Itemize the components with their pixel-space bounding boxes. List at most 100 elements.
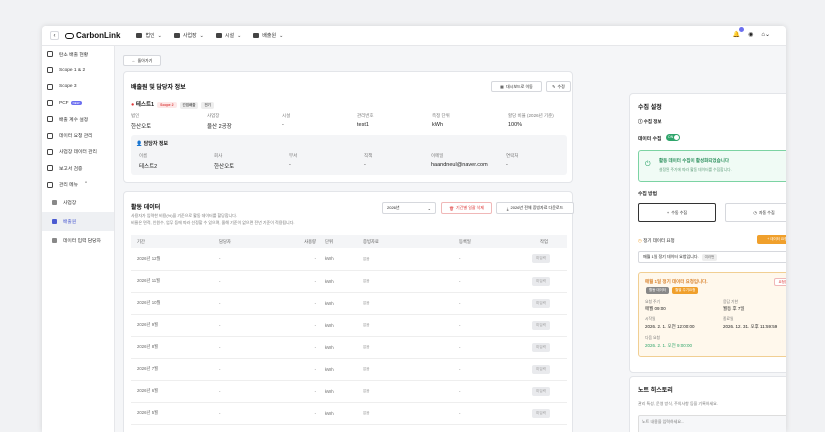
back-icon[interactable]: ‹ xyxy=(50,31,59,40)
cell-unit: kWh xyxy=(319,402,357,425)
table-row: 2026년 7월 - - kWh 없음 - 미입력 xyxy=(131,358,567,381)
note-input[interactable] xyxy=(638,415,786,432)
th-action: 작업 xyxy=(515,235,567,248)
cvalue-dept: - xyxy=(289,162,291,168)
cell-action[interactable]: 미입력 xyxy=(515,358,567,381)
table-row: 2026년 10월 - - kWh 없음 - 미입력 xyxy=(131,292,567,315)
logo[interactable]: CarbonLink xyxy=(65,31,120,40)
collect-toggle[interactable]: ON xyxy=(666,134,680,141)
cell-evidence: 없음 xyxy=(357,292,453,315)
language-icon[interactable]: ⌂⌄ xyxy=(761,31,770,38)
cell-evidence: 없음 xyxy=(357,336,453,359)
sidebar-item-site[interactable]: 사업장 xyxy=(42,193,114,212)
alert-title: 활동 데이터 수집이 활성화되었습니다 xyxy=(659,158,729,163)
cell-period: 2026년 7월 xyxy=(131,358,213,381)
f3-label: 시작일 xyxy=(645,317,656,321)
sidebar-item-report[interactable]: 보고서 검증 xyxy=(42,160,114,176)
contact-box: 👤 담당자 정보 이름 테스트2 회사 한산오토 부서 - 직책 - 이메일 h… xyxy=(131,135,567,175)
label-ratio: 할당 비율 (2026년 기준) xyxy=(508,113,554,118)
cell-usage: - xyxy=(295,358,319,381)
download-button[interactable]: ⤓ 2026년 전체 증빙자료 다운로드 xyxy=(496,202,574,214)
nav-item-corp[interactable]: 법인 ⌄ xyxy=(136,32,162,39)
back-button[interactable]: ← 돌아가기 xyxy=(123,55,161,66)
add-request-button[interactable]: + 데이터 요청 생성 xyxy=(757,235,786,244)
cell-unit: kWh xyxy=(319,248,357,271)
nav-item-site[interactable]: 사업장 ⌄ xyxy=(173,32,204,39)
clabel-position: 직책 xyxy=(364,153,373,158)
year-select[interactable]: 2026년 ⌄ xyxy=(382,202,436,214)
label-facility: 시설 xyxy=(282,113,291,118)
sidebar: 탄소 배출 현황 Scope 1 & 2 Scope 3 PCF NEW 배출 계… xyxy=(42,46,115,432)
th-manager: 담당자 xyxy=(213,235,295,248)
user-icon[interactable]: ◉ xyxy=(748,31,753,38)
sidebar-item-manager[interactable]: 데이터 입력 담당자 xyxy=(42,231,114,250)
cvalue-email: haandneul@naver.com xyxy=(431,162,488,168)
f4-value: 2026. 12. 31. 오후 11:59:59 xyxy=(723,324,778,329)
sidebar-item-request[interactable]: 데이터 요청 관리 xyxy=(42,127,114,143)
cell-action[interactable]: 미입력 xyxy=(515,380,567,403)
sidebar-item-emission-status[interactable]: 탄소 배출 현황 xyxy=(42,46,114,62)
f4-label: 종료일 xyxy=(723,317,734,321)
new-badge: NEW xyxy=(70,101,82,106)
label-mgmt-no: 관리번호 xyxy=(357,113,374,118)
edit-button[interactable]: ✎ 수정 xyxy=(546,81,571,92)
cell-manager: - xyxy=(213,248,295,271)
cell-evidence: 없음 xyxy=(357,402,453,425)
cell-manager: - xyxy=(213,336,295,359)
clabel-dept: 부서 xyxy=(289,153,298,158)
cell-unit: kWh xyxy=(319,292,357,315)
note-card: 노트 히스토리 관리 특성, 운영 방식, 주의사항 등을 기록하세요. xyxy=(629,376,786,432)
cell-date: - xyxy=(453,270,515,293)
cell-action[interactable]: 미입력 xyxy=(515,270,567,293)
collect-alert: ⏻ 활동 데이터 수집이 활성화되었습니다 설정된 주기에 따라 활동 데이터를… xyxy=(638,150,786,182)
f5-value: 2026. 2. 1. 오전 9:00:00 xyxy=(645,343,693,348)
cell-usage: - xyxy=(295,336,319,359)
cell-usage: - xyxy=(295,248,319,271)
app-window: ‹ CarbonLink 법인 ⌄ 사업장 ⌄ 시설 ⌄ 배출원 ⌄ 🔔 ◉ ⌂… xyxy=(42,26,786,432)
sidebar-item-scope12[interactable]: Scope 1 & 2 xyxy=(42,62,114,78)
method-title: 수집 방법 xyxy=(638,192,657,197)
value-mgmt-no: test1 xyxy=(357,122,369,128)
nav-item-source[interactable]: 배출원 ⌄ xyxy=(253,32,283,39)
cell-manager: - xyxy=(213,292,295,315)
manual-collect-button[interactable]: + 수동 수집 xyxy=(638,203,716,222)
cell-usage: - xyxy=(295,314,319,337)
request-select[interactable]: 매월 1일 정기 데이터 요청입니다.여러번⌄ xyxy=(638,251,786,263)
sidebar-item-factor[interactable]: 배출 계수 설정 xyxy=(42,111,114,127)
cvalue-phone: - xyxy=(506,162,508,168)
label-unit: 측정 단위 xyxy=(432,113,450,118)
req-tags: 활동 데이터 월별 주기요청 xyxy=(643,287,699,294)
info-title: 배출원 및 담당자 정보 xyxy=(131,85,186,91)
cancel-request-button[interactable]: 요청을 해지 xyxy=(774,278,786,286)
sidebar-item-site-data[interactable]: 사업장 데이터 관리 xyxy=(42,144,114,160)
sidebar-item-scope3[interactable]: Scope 3 xyxy=(42,79,114,95)
dashboard-button[interactable]: ▦ 대시보드로 이동 xyxy=(491,81,542,92)
cell-date: - xyxy=(453,380,515,403)
req-title: 매월 1일 정기 데이터 요청입니다. xyxy=(645,279,708,284)
clabel-phone: 연락처 xyxy=(506,153,519,158)
cvalue-position: - xyxy=(364,162,366,168)
sidebar-item-source[interactable]: 배출원 xyxy=(42,211,114,231)
cell-action[interactable]: 미입력 xyxy=(515,292,567,315)
cell-unit: kWh xyxy=(319,314,357,337)
cell-unit: kWh xyxy=(319,380,357,403)
bulk-delete-button[interactable]: 🗑 기간별 일괄 삭제 xyxy=(441,202,492,214)
sidebar-item-pcf[interactable]: PCF NEW xyxy=(42,95,114,111)
th-unit: 단위 xyxy=(319,235,357,248)
clabel-name: 이름 xyxy=(139,153,148,158)
cell-evidence: 없음 xyxy=(357,380,453,403)
sidebar-item-admin[interactable]: 관리 메뉴 ⌃ xyxy=(42,176,114,192)
th-date: 등록일 xyxy=(453,235,515,248)
cell-action[interactable]: 미입력 xyxy=(515,402,567,425)
nav: 법인 ⌄ 사업장 ⌄ 시설 ⌄ 배출원 ⌄ xyxy=(136,32,283,39)
th-usage: 사용량 xyxy=(295,235,319,248)
cell-manager: - xyxy=(213,380,295,403)
cell-action[interactable]: 미입력 xyxy=(515,314,567,337)
nav-item-facility[interactable]: 시설 ⌄ xyxy=(215,32,241,39)
auto-collect-button[interactable]: ◷ 자동 수집 xyxy=(725,203,786,222)
label-corp: 법인 xyxy=(131,113,140,118)
cell-action[interactable]: 미입력 xyxy=(515,336,567,359)
cell-action[interactable]: 미입력 xyxy=(515,248,567,271)
bell-icon[interactable]: 🔔 xyxy=(733,27,745,38)
cell-usage: - xyxy=(295,380,319,403)
